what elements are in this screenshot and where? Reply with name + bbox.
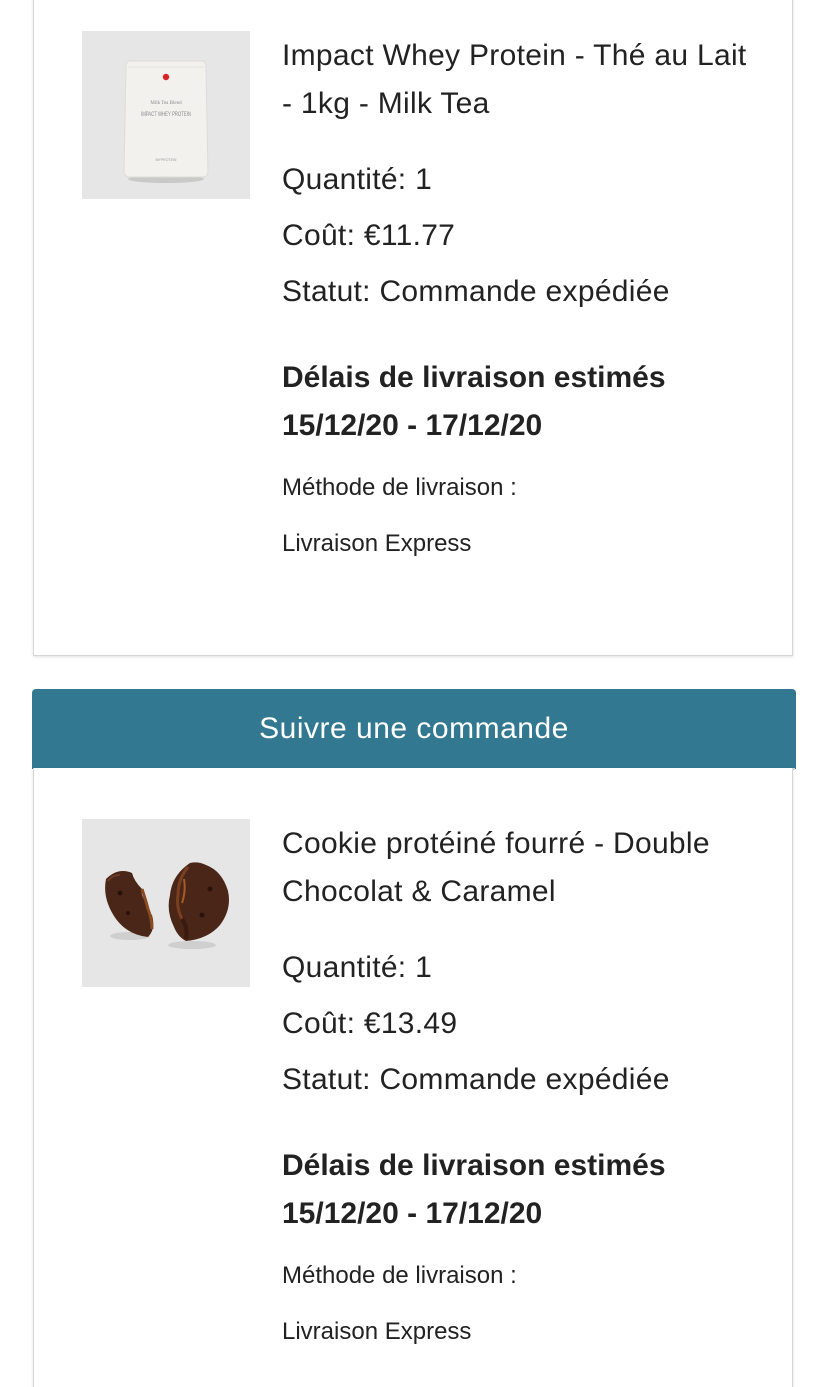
product-thumbnail[interactable]: Milk Tea Blend IMPACT WHEY PROTEIN MYPRO… (82, 31, 250, 199)
delivery-estimate-range: 15/12/20 - 17/12/20 (282, 1197, 543, 1230)
product-title[interactable]: Impact Whey Protein - Thé au Lait - 1kg … (282, 32, 762, 128)
order-item-card: Milk Tea Blend IMPACT WHEY PROTEIN MYPRO… (33, 0, 793, 656)
status-text: Statut: Commande expédiée (282, 275, 670, 308)
whey-protein-bag-image: Milk Tea Blend IMPACT WHEY PROTEIN MYPRO… (82, 31, 250, 199)
bag-label: IMPACT WHEY PROTEIN (141, 112, 191, 118)
cookie-image (82, 819, 250, 987)
bag-brand: MYPROTEIN (156, 158, 177, 162)
order-item-info: Impact Whey Protein - Thé au Lait - 1kg … (282, 32, 762, 572)
delivery-method-label: Méthode de livraison : (282, 1262, 517, 1289)
delivery-method-label: Méthode de livraison : (282, 474, 517, 501)
delivery-method-value: Livraison Express (282, 1318, 472, 1345)
quantity-text: Quantité: 1 (282, 163, 433, 196)
delivery-estimate-range: 15/12/20 - 17/12/20 (282, 409, 543, 442)
quantity-text: Quantité: 1 (282, 951, 433, 984)
bag-label-small: Milk Tea Blend (150, 101, 182, 106)
cost-text: Coût: €13.49 (282, 1007, 458, 1040)
product-thumbnail[interactable] (82, 819, 250, 987)
track-order-button[interactable]: Suivre une commande (32, 689, 796, 769)
order-tracking-page: Milk Tea Blend IMPACT WHEY PROTEIN MYPRO… (0, 0, 828, 1387)
delivery-method-value: Livraison Express (282, 530, 472, 557)
delivery-estimate-heading: Délais de livraison estimés (282, 361, 666, 394)
order-item-card: Cookie protéiné fourré - Double Chocolat… (33, 768, 793, 1387)
cost-text: Coût: €11.77 (282, 219, 456, 252)
product-title[interactable]: Cookie protéiné fourré - Double Chocolat… (282, 820, 762, 916)
status-text: Statut: Commande expédiée (282, 1063, 670, 1096)
order-item-info: Cookie protéiné fourré - Double Chocolat… (282, 820, 762, 1360)
delivery-estimate-heading: Délais de livraison estimés (282, 1149, 666, 1182)
